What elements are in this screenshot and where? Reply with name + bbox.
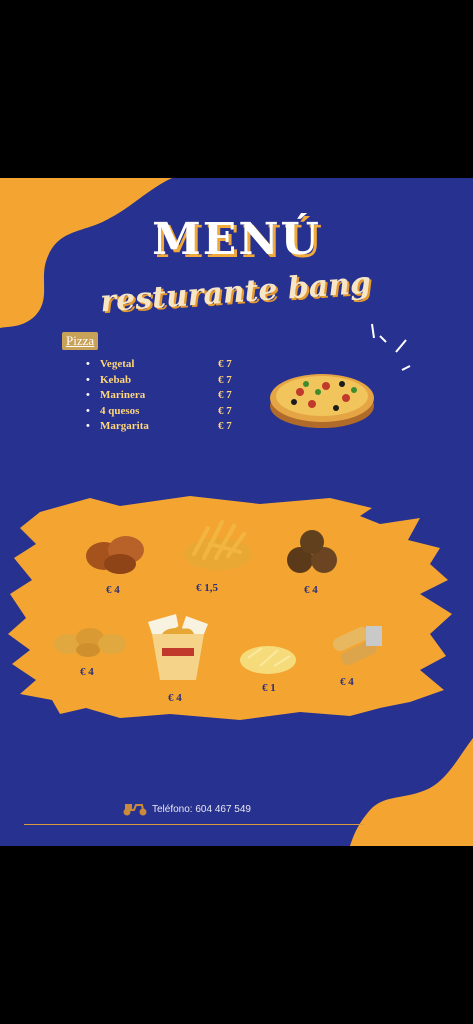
list-item: Kebab € 7 <box>86 374 246 390</box>
list-item: Vegetal € 7 <box>86 358 246 374</box>
chicken-wings-image <box>86 536 144 574</box>
nuggets-image <box>54 628 126 657</box>
orange-blob-bottom-right <box>350 738 473 846</box>
menu-title: MENÚ <box>152 214 321 265</box>
meatballs-image <box>287 530 337 573</box>
phone-number: Teléfono: 604 467 549 <box>152 804 251 815</box>
rolls-price: € 4 <box>340 676 354 688</box>
fries-price: € 1,5 <box>196 582 218 594</box>
list-item: 4 quesos € 7 <box>86 405 246 421</box>
pizza-name: Marinera <box>100 389 146 401</box>
noodle-box-image <box>148 614 208 680</box>
pizza-price: € 7 <box>218 373 232 386</box>
pizza-price: € 7 <box>218 389 232 401</box>
list-item: Margarita € 7 <box>86 420 246 436</box>
nuggets-price: € 4 <box>80 666 94 678</box>
noodles-price: € 4 <box>168 692 182 704</box>
wings-price: € 4 <box>106 584 120 596</box>
pizza-name: Vegetal <box>100 358 135 370</box>
grated-cheese-image <box>240 646 296 674</box>
footer-divider <box>24 824 364 825</box>
pizza-list: Vegetal € 7 Kebab € 7 Marinera € 7 4 quesos… <box>86 358 246 436</box>
pizza-name: Kebab <box>100 373 132 386</box>
cheese-price: € 1 <box>262 682 276 694</box>
pizza-price: € 7 <box>218 420 232 432</box>
pizza-section-label: Pizza <box>62 332 99 350</box>
rolls-image <box>333 626 382 666</box>
pizza-price: € 7 <box>218 404 232 417</box>
list-item: Marinera € 7 <box>86 389 246 405</box>
fries-image <box>184 520 252 570</box>
pizza-image <box>270 374 374 428</box>
pizza-price: € 7 <box>218 358 232 370</box>
delivery-scooter-icon <box>123 804 147 816</box>
pizza-name: 4 quesos <box>100 404 140 417</box>
meatballs-price: € 4 <box>304 584 318 596</box>
menu-poster: MENÚ resturante bang Pizza Vegetal€ 7 Ke… <box>0 178 473 846</box>
pizza-name: Margarita <box>100 420 149 432</box>
